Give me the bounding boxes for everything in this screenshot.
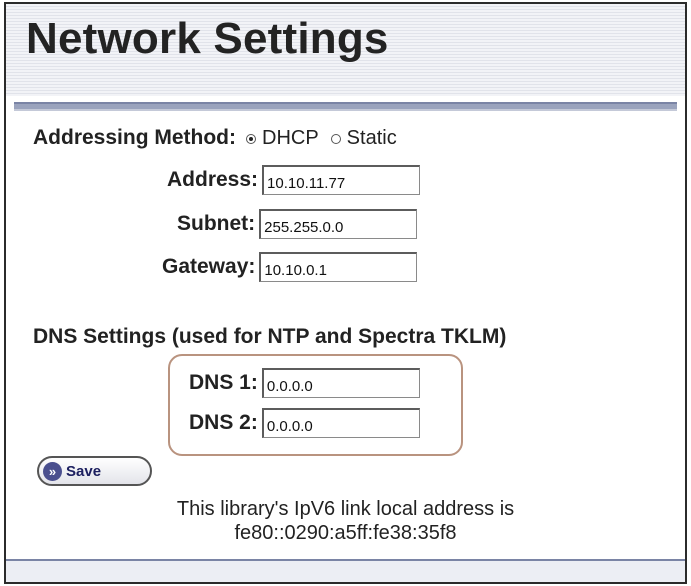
static-radio-label[interactable]: Static: [347, 127, 397, 150]
ipv6-info: This library's IpV6 link local address i…: [6, 497, 685, 545]
network-settings-panel: Network Settings Addressing Method: DHCP…: [4, 2, 687, 584]
settings-form: Addressing Method: DHCP Static Address: …: [6, 114, 685, 554]
ipv6-address: fe80::0290:a5ff:fe38:35f8: [234, 522, 457, 544]
gateway-label: Gateway:: [162, 255, 256, 278]
dhcp-radio-label[interactable]: DHCP: [262, 127, 319, 150]
dns2-row: DNS 2: 0.0.0.0: [189, 408, 420, 438]
double-chevron-right-icon: »: [43, 461, 62, 481]
page-title: Network Settings: [26, 14, 389, 63]
address-label: Address:: [167, 168, 259, 191]
divider: [14, 102, 677, 111]
dhcp-radio[interactable]: [246, 133, 256, 144]
dns-settings-heading: DNS Settings (used for NTP and Spectra T…: [33, 325, 507, 348]
dns1-label: DNS 1:: [189, 371, 258, 394]
addressing-method-label: Addressing Method:: [33, 126, 236, 149]
static-radio[interactable]: [330, 133, 341, 144]
addressing-method-radio-group: DHCP Static: [246, 127, 409, 150]
address-row: Address: 10.10.11.77: [167, 165, 421, 195]
save-button-label: Save: [66, 462, 102, 480]
dns-heading-row: DNS Settings (used for NTP and Spectra T…: [33, 325, 506, 349]
header-bar: Network Settings: [6, 4, 685, 96]
gateway-row: Gateway: 10.10.0.1: [162, 252, 418, 282]
dns2-input[interactable]: 0.0.0.0: [261, 408, 420, 438]
gateway-input[interactable]: 10.10.0.1: [259, 252, 418, 282]
dns1-row: DNS 1: 0.0.0.0: [189, 368, 420, 398]
save-button[interactable]: » Save: [37, 456, 152, 486]
subnet-label: Subnet:: [177, 212, 256, 235]
subnet-row: Subnet: 255.255.0.0: [177, 209, 418, 239]
subnet-input[interactable]: 255.255.0.0: [259, 209, 418, 239]
dns2-label: DNS 2:: [189, 411, 258, 434]
addressing-method-row: Addressing Method: DHCP Static: [33, 126, 409, 150]
address-input[interactable]: 10.10.11.77: [262, 165, 421, 195]
ipv6-info-text: This library's IpV6 link local address i…: [176, 498, 515, 520]
dns1-input[interactable]: 0.0.0.0: [261, 368, 420, 398]
footer-bar: [6, 561, 685, 582]
